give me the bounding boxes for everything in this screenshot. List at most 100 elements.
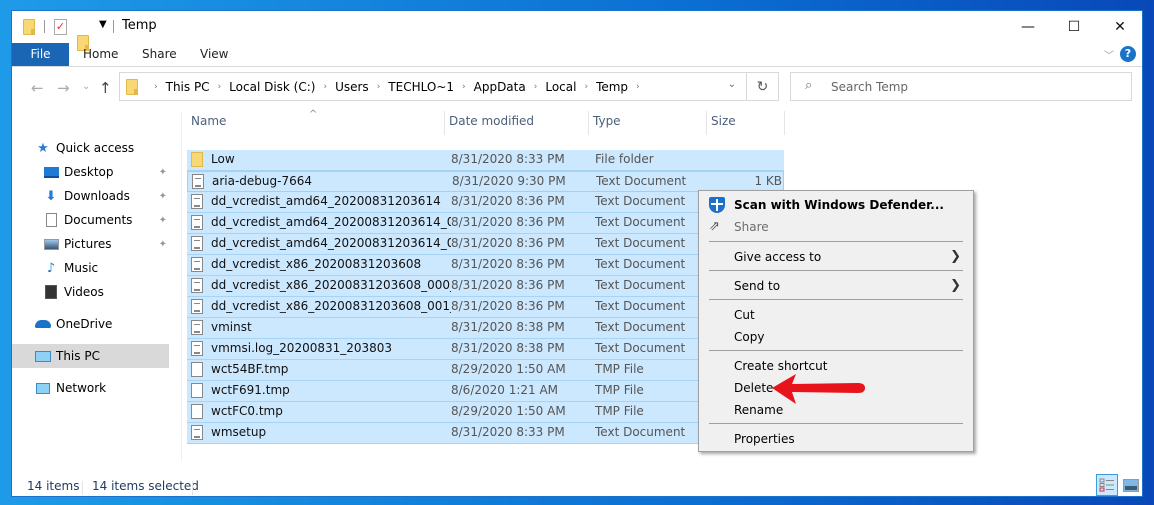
videos-icon <box>42 283 60 301</box>
minimize-button[interactable]: — <box>1005 11 1051 43</box>
sidebar-item-label: Network <box>56 381 107 395</box>
file-date-modified: 8/31/2020 8:36 PM <box>451 215 565 229</box>
file-row[interactable]: dd_vcredist_x86_20200831203608 8/31/2020 … <box>187 255 784 276</box>
menu-item-properties[interactable]: Properties <box>701 428 971 450</box>
breadcrumb-chevron-icon[interactable]: › <box>323 82 327 92</box>
properties-quick-access-icon[interactable]: ✓ <box>54 19 67 35</box>
details-view-button[interactable] <box>1096 474 1118 496</box>
file-date-modified: 8/31/2020 8:36 PM <box>451 194 565 208</box>
file-row[interactable]: dd_vcredist_amd64_20200831203614_000...8… <box>187 213 784 234</box>
text-document-icon <box>191 425 203 440</box>
breadcrumb-item[interactable]: Local <box>545 80 576 94</box>
breadcrumb-item[interactable]: AppData <box>474 80 526 94</box>
sidebar-item-quick-access[interactable]: ★ Quick access <box>12 136 169 160</box>
file-row[interactable]: dd_vcredist_amd64_20200831203614 8/31/202… <box>187 192 784 213</box>
forward-button[interactable]: → <box>57 79 70 97</box>
breadcrumb-chevron-icon[interactable]: › <box>584 82 588 92</box>
file-row[interactable]: wct54BF.tmp 8/29/2020 1:50 AM TMP File <box>187 360 784 381</box>
menu-item-scan-with-windows-defender[interactable]: Scan with Windows Defender... <box>701 194 971 216</box>
breadcrumb-chevron-icon[interactable]: › <box>218 82 222 92</box>
maximize-button[interactable]: ☐ <box>1051 11 1097 43</box>
sidebar-item-label: Downloads <box>64 189 130 203</box>
file-row[interactable]: Low 8/31/2020 8:33 PM File folder <box>187 150 784 171</box>
file-size: 1 KB <box>754 174 782 188</box>
file-row[interactable]: dd_vcredist_x86_20200831203608_000_vc...… <box>187 276 784 297</box>
pin-icon[interactable]: ✦ <box>159 191 167 202</box>
sidebar-item-downloads[interactable]: ⬇ Downloads ✦ <box>12 184 169 208</box>
sidebar-item-this-pc[interactable]: This PC <box>12 344 169 368</box>
menu-item-copy[interactable]: Copy <box>701 326 971 348</box>
tab-view[interactable]: View <box>186 43 242 66</box>
file-row[interactable]: vminst 8/31/2020 8:38 PM Text Document <box>187 318 784 339</box>
menu-item-label: Copy <box>734 330 765 344</box>
menu-item-cut[interactable]: Cut <box>701 304 971 326</box>
tab-file[interactable]: File <box>12 43 69 66</box>
sidebar-item-pictures[interactable]: Pictures ✦ <box>12 232 169 256</box>
breadcrumb-item[interactable]: This PC <box>166 80 210 94</box>
large-icons-view-button[interactable] <box>1120 474 1142 496</box>
sidebar-item-desktop[interactable]: Desktop ✦ <box>12 160 169 184</box>
tab-home[interactable]: Home <box>69 43 132 66</box>
sidebar-item-music[interactable]: ♪ Music <box>12 256 169 280</box>
menu-item-label: Scan with Windows Defender... <box>734 198 944 212</box>
submenu-arrow-icon: ❯ <box>950 278 961 293</box>
address-bar[interactable]: › This PC › Local Disk (C:) › Users › TECHLO~1 ›… <box>119 72 779 101</box>
customize-quick-access-dropdown-icon[interactable]: ▼ <box>99 19 107 30</box>
breadcrumb-chevron-icon[interactable]: › <box>534 82 538 92</box>
back-button[interactable]: ← <box>31 79 44 97</box>
column-header-date-modified[interactable]: Date modified <box>445 111 589 135</box>
help-icon[interactable]: ? <box>1120 46 1136 62</box>
pin-icon[interactable]: ✦ <box>159 167 167 178</box>
breadcrumb-item[interactable]: Temp <box>596 80 628 94</box>
file-date-modified: 8/31/2020 8:38 PM <box>451 320 565 334</box>
sidebar-item-network[interactable]: Network <box>12 376 169 400</box>
search-input[interactable] <box>831 77 1121 96</box>
sidebar-item-videos[interactable]: Videos <box>12 280 169 304</box>
breadcrumb-item[interactable]: Local Disk (C:) <box>229 80 315 94</box>
column-header-type[interactable]: Type <box>589 111 707 135</box>
close-button[interactable]: ✕ <box>1097 11 1143 43</box>
file-row[interactable]: dd_vcredist_x86_20200831203608_001_vc...… <box>187 297 784 318</box>
file-row[interactable]: wmsetup 8/31/2020 8:33 PM Text Document <box>187 423 784 444</box>
refresh-button[interactable]: ↻ <box>746 73 778 100</box>
pin-icon[interactable]: ✦ <box>159 215 167 226</box>
file-name: wctF691.tmp <box>211 383 290 397</box>
file-row[interactable]: wctFC0.tmp 8/29/2020 1:50 AM TMP File <box>187 402 784 423</box>
file-name: wct54BF.tmp <box>211 362 289 376</box>
breadcrumb-item[interactable]: TECHLO~1 <box>388 80 454 94</box>
sidebar-item-label: Pictures <box>64 237 112 251</box>
sidebar-item-documents[interactable]: Documents ✦ <box>12 208 169 232</box>
recent-locations-button[interactable]: ⌄ <box>82 81 90 92</box>
file-row[interactable]: wctF691.tmp 8/6/2020 1:21 AM TMP File <box>187 381 784 402</box>
menu-separator <box>709 350 963 351</box>
menu-item-label: Send to <box>734 279 781 293</box>
breadcrumb-chevron-icon[interactable]: › <box>154 82 158 92</box>
divider <box>82 481 83 495</box>
tab-share[interactable]: Share <box>128 43 191 66</box>
file-row[interactable]: dd_vcredist_amd64_20200831203614_001...8… <box>187 234 784 255</box>
breadcrumb-chevron-icon[interactable]: › <box>462 82 466 92</box>
breadcrumb-chevron-icon[interactable]: › <box>377 82 381 92</box>
column-header-size[interactable]: Size <box>707 111 785 135</box>
file-explorer-window: ✓ ▼ Temp — ☐ ✕ File Home Share View ﹀ ? … <box>11 10 1143 497</box>
status-bar: 14 items 14 items selected <box>12 477 1142 497</box>
search-box[interactable]: ⌕ <box>790 72 1132 101</box>
folder-icon <box>23 19 35 35</box>
breadcrumb-chevron-icon[interactable]: › <box>636 82 640 92</box>
up-button[interactable]: ↑ <box>99 79 112 97</box>
expand-ribbon-icon[interactable]: ﹀ <box>1104 47 1114 62</box>
menu-item-share[interactable]: ⇗ Share <box>701 216 971 238</box>
breadcrumb-item[interactable]: Users <box>335 80 369 94</box>
menu-item-give-access-to[interactable]: Give access to ❯ <box>701 246 971 268</box>
column-header-name[interactable]: Name ^ <box>187 109 445 135</box>
address-history-dropdown-icon[interactable]: ⌄ <box>728 79 736 90</box>
file-date-modified: 8/31/2020 8:36 PM <box>451 278 565 292</box>
sidebar-item-onedrive[interactable]: OneDrive <box>12 312 169 336</box>
pin-icon[interactable]: ✦ <box>159 239 167 250</box>
menu-item-send-to[interactable]: Send to ❯ <box>701 275 971 297</box>
menu-item-label: Share <box>734 220 769 234</box>
file-row[interactable]: vmmsi.log_20200831_203803 8/31/2020 8:38 … <box>187 339 784 360</box>
file-date-modified: 8/29/2020 1:50 AM <box>451 404 566 418</box>
file-row[interactable]: aria-debug-7664 8/31/2020 9:30 PM Text Doc… <box>187 171 784 192</box>
file-name: dd_vcredist_x86_20200831203608 <box>211 257 422 271</box>
